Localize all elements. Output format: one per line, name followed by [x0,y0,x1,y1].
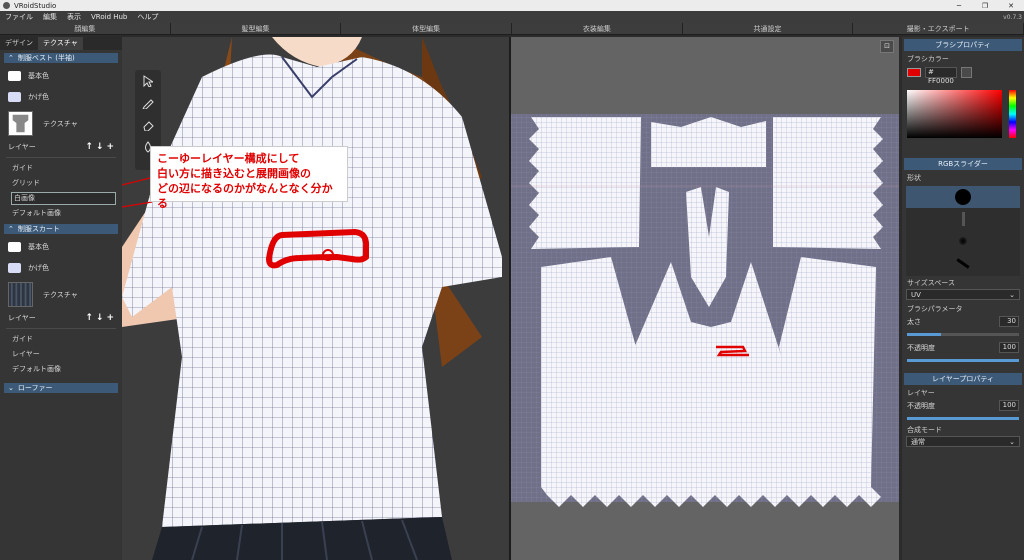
vest-texture-thumbnail[interactable] [8,111,33,136]
layer-item-selected[interactable]: 白画像 [11,192,116,205]
base-color-row[interactable]: 基本色 [0,236,122,257]
3d-viewport[interactable] [122,37,509,560]
brush-shape-line[interactable] [906,208,1020,230]
menu-help[interactable]: ヘルプ [132,12,163,22]
version-label: v0.7.3 [1003,13,1022,21]
tab-design[interactable]: デザイン [0,37,38,50]
skirt-texture-thumbnail[interactable] [8,282,33,307]
layer-header: レイヤー ↑ ↓ + [8,313,114,323]
hex-color-input[interactable]: # FF0000 [925,67,957,85]
minimize-icon[interactable]: ─ [946,2,972,10]
opacity-slider[interactable] [907,359,1019,362]
chevron-up-icon: ⌃ [8,54,14,62]
layer-item[interactable]: レイヤー [0,347,122,362]
view-reset-button[interactable]: ⊡ [880,40,894,53]
menu-edit[interactable]: 編集 [38,12,62,22]
move-up-icon[interactable]: ↑ [85,313,93,323]
move-down-icon[interactable]: ↓ [96,142,104,152]
opacity-input[interactable]: 100 [999,342,1019,353]
shade-color-swatch[interactable] [8,262,21,273]
layer-properties-header: レイヤープロパティ [904,373,1022,385]
chevron-down-icon: ⌄ [1009,291,1015,299]
base-color-swatch[interactable] [8,70,21,81]
menu-view[interactable]: 表示 [62,12,86,22]
section-skirt[interactable]: ⌃ 制服スカート [4,224,118,234]
menu-vroidhub[interactable]: VRoid Hub [86,13,132,21]
shade-color-row[interactable]: かげ色 [0,86,122,107]
texture-row[interactable]: テクスチャ [0,278,122,311]
move-down-icon[interactable]: ↓ [96,313,104,323]
add-layer-icon[interactable]: + [106,142,114,152]
move-up-icon[interactable]: ↑ [85,142,93,152]
brush-color-swatch[interactable] [907,68,921,77]
layer-item[interactable]: デフォルト画像 [0,362,122,377]
layer-item[interactable]: ガイド [0,161,122,176]
uv-texture-view[interactable] [511,37,899,560]
layer-item[interactable]: デフォルト画像 [0,206,122,221]
menu-bar: ファイル 編集 表示 VRoid Hub ヘルプ v0.7.3 [0,11,1024,23]
pen-tool-icon[interactable] [135,92,161,114]
right-panel: ブラシプロパティ ブラシカラー # FF0000 RGBスライダー 形状 サイズ… [902,37,1024,560]
maximize-icon[interactable]: ❐ [972,2,998,10]
app-icon [3,2,10,9]
layer-opacity-input[interactable]: 100 [999,400,1019,411]
chevron-down-icon: ⌄ [8,384,14,392]
brush-shape-list [906,186,1020,276]
left-panel: デザイン テクスチャ ⌃ 制服ベスト (半袖) 基本色 かげ色 テクスチャ レイヤ… [0,37,122,560]
saturation-value-picker[interactable] [907,90,1002,138]
brush-shape-hard[interactable] [906,186,1020,208]
section-vest[interactable]: ⌃ 制服ベスト (半袖) [4,53,118,63]
menu-file[interactable]: ファイル [0,12,38,22]
shade-color-row[interactable]: かげ色 [0,257,122,278]
layer-header: レイヤー ↑ ↓ + [8,142,114,152]
tab-export[interactable]: 撮影・エクスポート [853,23,1024,34]
chevron-up-icon: ⌃ [8,225,14,233]
character-model [122,37,502,560]
section-loafer[interactable]: ⌄ ローファー [4,383,118,393]
rgb-slider-toggle[interactable]: RGBスライダー [904,158,1022,170]
tab-outfit[interactable]: 衣装編集 [512,23,683,34]
annotation-callout: こーゆーレイヤー構成にして 白い方に描き込むと展開画像の どの辺になるのかがなん… [150,146,348,210]
tab-texture[interactable]: テクスチャ [38,37,83,50]
layer-opacity-slider[interactable] [907,417,1019,420]
hue-slider[interactable] [1009,90,1016,138]
tab-face[interactable]: 顔編集 [0,23,171,34]
select-tool-icon[interactable] [135,70,161,92]
layer-item[interactable]: グリッド [0,176,122,191]
eyedropper-icon[interactable] [961,67,972,78]
brush-shape-soft[interactable] [906,230,1020,252]
base-color-row[interactable]: 基本色 [0,65,122,86]
size-space-select[interactable]: UV ⌄ [906,289,1020,300]
add-layer-icon[interactable]: + [106,313,114,323]
tab-body[interactable]: 体型編集 [341,23,513,34]
thickness-slider[interactable] [907,333,1019,336]
uv-layout [511,114,899,507]
brush-properties-header: ブラシプロパティ [904,39,1022,51]
base-color-swatch[interactable] [8,241,21,252]
texture-row[interactable]: テクスチャ [0,107,122,140]
chevron-down-icon: ⌄ [1009,438,1015,446]
blend-mode-select[interactable]: 通常 ⌄ [906,436,1020,447]
layer-item[interactable]: ガイド [0,332,122,347]
tab-hair[interactable]: 髪型編集 [170,23,342,34]
title-bar: VRoidStudio ─ ❐ ✕ [0,0,1024,11]
window-title: VRoidStudio [14,1,57,10]
tab-common[interactable]: 共通設定 [682,23,854,34]
shade-color-swatch[interactable] [8,91,21,102]
mode-tabs: 顔編集 髪型編集 体型編集 衣装編集 共通設定 撮影・エクスポート [0,23,1024,35]
brush-shape-diagonal[interactable] [906,252,1020,274]
thickness-input[interactable]: 30 [999,316,1019,327]
close-icon[interactable]: ✕ [998,2,1024,10]
eraser-tool-icon[interactable] [135,114,161,136]
